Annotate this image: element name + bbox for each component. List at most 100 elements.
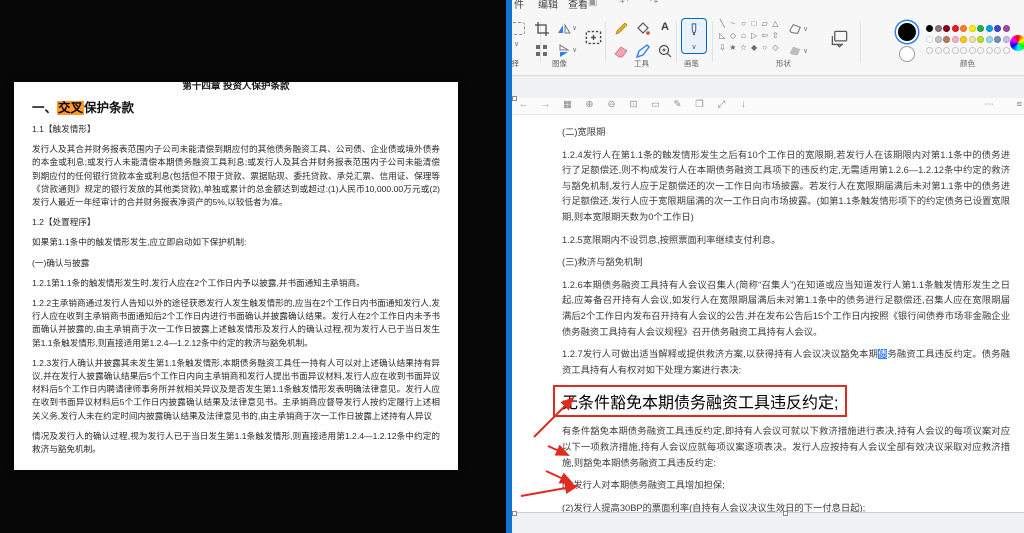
menu-view[interactable]: 查看 <box>568 0 588 11</box>
viewer-toolbar-icon: ▭ <box>650 99 661 110</box>
palette-empty-slot[interactable] <box>943 47 950 54</box>
chevron-down-icon[interactable]: ∨ <box>682 44 706 52</box>
viewer-toolbar-icon: ← <box>518 99 529 110</box>
palette-color[interactable] <box>977 25 984 32</box>
palette-color[interactable] <box>935 25 942 32</box>
canvas-handle-bottom-middle[interactable] <box>783 511 788 516</box>
palette-color[interactable] <box>943 36 950 43</box>
flip-vertical-icon[interactable] <box>556 43 572 59</box>
shape-fill-icon[interactable] <box>788 44 802 58</box>
brushes-button[interactable]: ∨ <box>681 18 707 54</box>
brushes-section-label: 画笔 <box>684 58 699 69</box>
palette-color[interactable] <box>943 25 950 32</box>
shape-icon[interactable]: ◆ <box>749 42 760 54</box>
palette-empty-slot[interactable] <box>977 47 984 54</box>
save-icon[interactable]: ▣ <box>588 0 597 8</box>
palette-empty-slot[interactable] <box>969 47 976 54</box>
menu-edit[interactable]: 编辑 <box>538 0 558 11</box>
shape-icon[interactable]: ~ <box>728 18 739 30</box>
canvas-resize-icon[interactable] <box>584 28 603 47</box>
palette-color[interactable] <box>926 25 933 32</box>
shape-icon[interactable]: ⇦ <box>759 30 770 42</box>
shape-icon[interactable]: ▷ <box>749 30 760 42</box>
paint-canvas[interactable]: ←→▦⊕⊖⊡▭✎❐⤢↓ ⋯ ≡ (二)宽限期 1.2.4发行人在第1.1条的触发… <box>512 98 1024 513</box>
shape-outline-icon[interactable] <box>788 22 802 36</box>
chapter-header: 第十四章 投资人保护条款 <box>32 82 440 92</box>
menu-file[interactable]: 件 <box>514 0 524 11</box>
pencil-tool-icon[interactable] <box>613 21 629 37</box>
edit-colors-icon[interactable] <box>1010 35 1024 51</box>
palette-row-2 <box>926 36 1010 43</box>
pdf-page: 第十四章 投资人保护条款 一、交叉保护条款 1.1【触发情形】 发行人及其合并财… <box>14 82 458 470</box>
palette-color[interactable] <box>1003 25 1010 32</box>
palette-empty-slot[interactable] <box>1003 47 1010 54</box>
shapes-section-label: 形状 <box>776 58 791 69</box>
shape-icon[interactable]: ○ <box>759 42 770 54</box>
shape-icon[interactable]: ⌂ <box>738 30 749 42</box>
shape-icon[interactable]: ▱ <box>759 18 770 30</box>
resize-icon[interactable] <box>534 43 550 59</box>
undo-icon[interactable]: ↶ <box>620 0 628 8</box>
paragraph: 如果第1.1条中的触发情形发生,应立即启动如下保护机制: <box>32 236 440 249</box>
shape-icon[interactable]: ★ <box>728 42 739 54</box>
palette-color[interactable] <box>1003 36 1010 43</box>
color-picker-icon[interactable] <box>635 43 651 59</box>
shape-icon[interactable]: ◇ <box>728 30 739 42</box>
canvas-handle-bottom-left[interactable] <box>512 511 517 516</box>
shape-icon[interactable]: ◺ <box>717 30 728 42</box>
viewer-toolbar-icon: ↓ <box>738 99 749 110</box>
paragraph: 1.2.1第1.1条的触发情形发生时,发行人应在2个工作日内予以披露,并书面通知… <box>32 277 440 290</box>
palette-color[interactable] <box>986 25 993 32</box>
document-viewer-panel: 第十四章 投资人保护条款 一、交叉保护条款 1.1【触发情形】 发行人及其合并财… <box>0 0 506 533</box>
chevron-down-icon[interactable]: ∨ <box>803 47 808 55</box>
shape-icon[interactable]: △ <box>770 18 781 30</box>
shape-icon[interactable]: ○ <box>738 18 749 30</box>
chevron-down-icon[interactable]: ∨ <box>803 25 808 33</box>
redo-icon[interactable]: ↷ <box>650 0 658 8</box>
shape-icon[interactable]: □ <box>749 18 760 30</box>
palette-color[interactable] <box>986 36 993 43</box>
flip-horizontal-icon[interactable] <box>556 21 572 37</box>
shape-icon[interactable]: ◇ <box>770 42 781 54</box>
palette-empty-slot[interactable] <box>986 47 993 54</box>
canvas-handle-top-left[interactable] <box>512 96 517 101</box>
palette-color[interactable] <box>994 36 1001 43</box>
select-tool-icon[interactable] <box>512 22 525 35</box>
palette-empty-slot[interactable] <box>952 47 959 54</box>
shape-icon[interactable]: ╲ <box>717 18 728 30</box>
paragraph: 1.2.6本期债务融资工具持有人会议召集人(简称“召集人”)在知道或应当知道发行… <box>562 278 1010 340</box>
viewer-toolbar-icon: ▦ <box>562 99 573 110</box>
palette-color[interactable] <box>960 25 967 32</box>
text-tool-icon[interactable]: A <box>657 20 673 34</box>
eraser-tool-icon[interactable] <box>613 43 629 59</box>
shape-icon[interactable]: ⇩ <box>717 42 728 54</box>
viewer-toolbar-icon: ⊡ <box>628 99 639 110</box>
fill-tool-icon[interactable] <box>635 21 651 37</box>
chevron-down-icon[interactable]: ∨ <box>514 40 519 48</box>
magnifier-tool-icon[interactable] <box>657 43 673 59</box>
palette-color[interactable] <box>977 36 984 43</box>
shape-icon[interactable]: ☆ <box>738 42 749 54</box>
palette-empty-slot[interactable] <box>935 47 942 54</box>
color2-well[interactable] <box>899 46 915 62</box>
palette-empty-slot[interactable] <box>994 47 1001 54</box>
palette-color[interactable] <box>935 36 942 43</box>
palette-color[interactable] <box>926 36 933 43</box>
chevron-down-icon[interactable]: ∨ <box>572 46 577 54</box>
palette-color[interactable] <box>969 25 976 32</box>
paint-menubar: 件 编辑 查看 ▣ ↶ ↷ <box>512 0 1024 13</box>
crop-icon[interactable] <box>534 21 550 37</box>
palette-color[interactable] <box>994 25 1001 32</box>
paint-ribbon: ∨ 选择 ∨ ∨ 图像 A <box>512 13 1024 76</box>
palette-color[interactable] <box>952 25 959 32</box>
layers-icon[interactable] <box>830 29 849 48</box>
shape-icon[interactable]: ⇧ <box>770 30 781 42</box>
color1-well[interactable] <box>898 23 916 41</box>
chevron-down-icon[interactable]: ∨ <box>572 24 577 32</box>
text-segment: 1.2.7发行人可做出适当解释或提供救济方案,以获得持有人会议决议豁免本期 <box>562 349 878 359</box>
palette-color[interactable] <box>952 36 959 43</box>
palette-empty-slot[interactable] <box>960 47 967 54</box>
palette-color[interactable] <box>969 36 976 43</box>
palette-color[interactable] <box>960 36 967 43</box>
palette-empty-slot[interactable] <box>926 47 933 54</box>
